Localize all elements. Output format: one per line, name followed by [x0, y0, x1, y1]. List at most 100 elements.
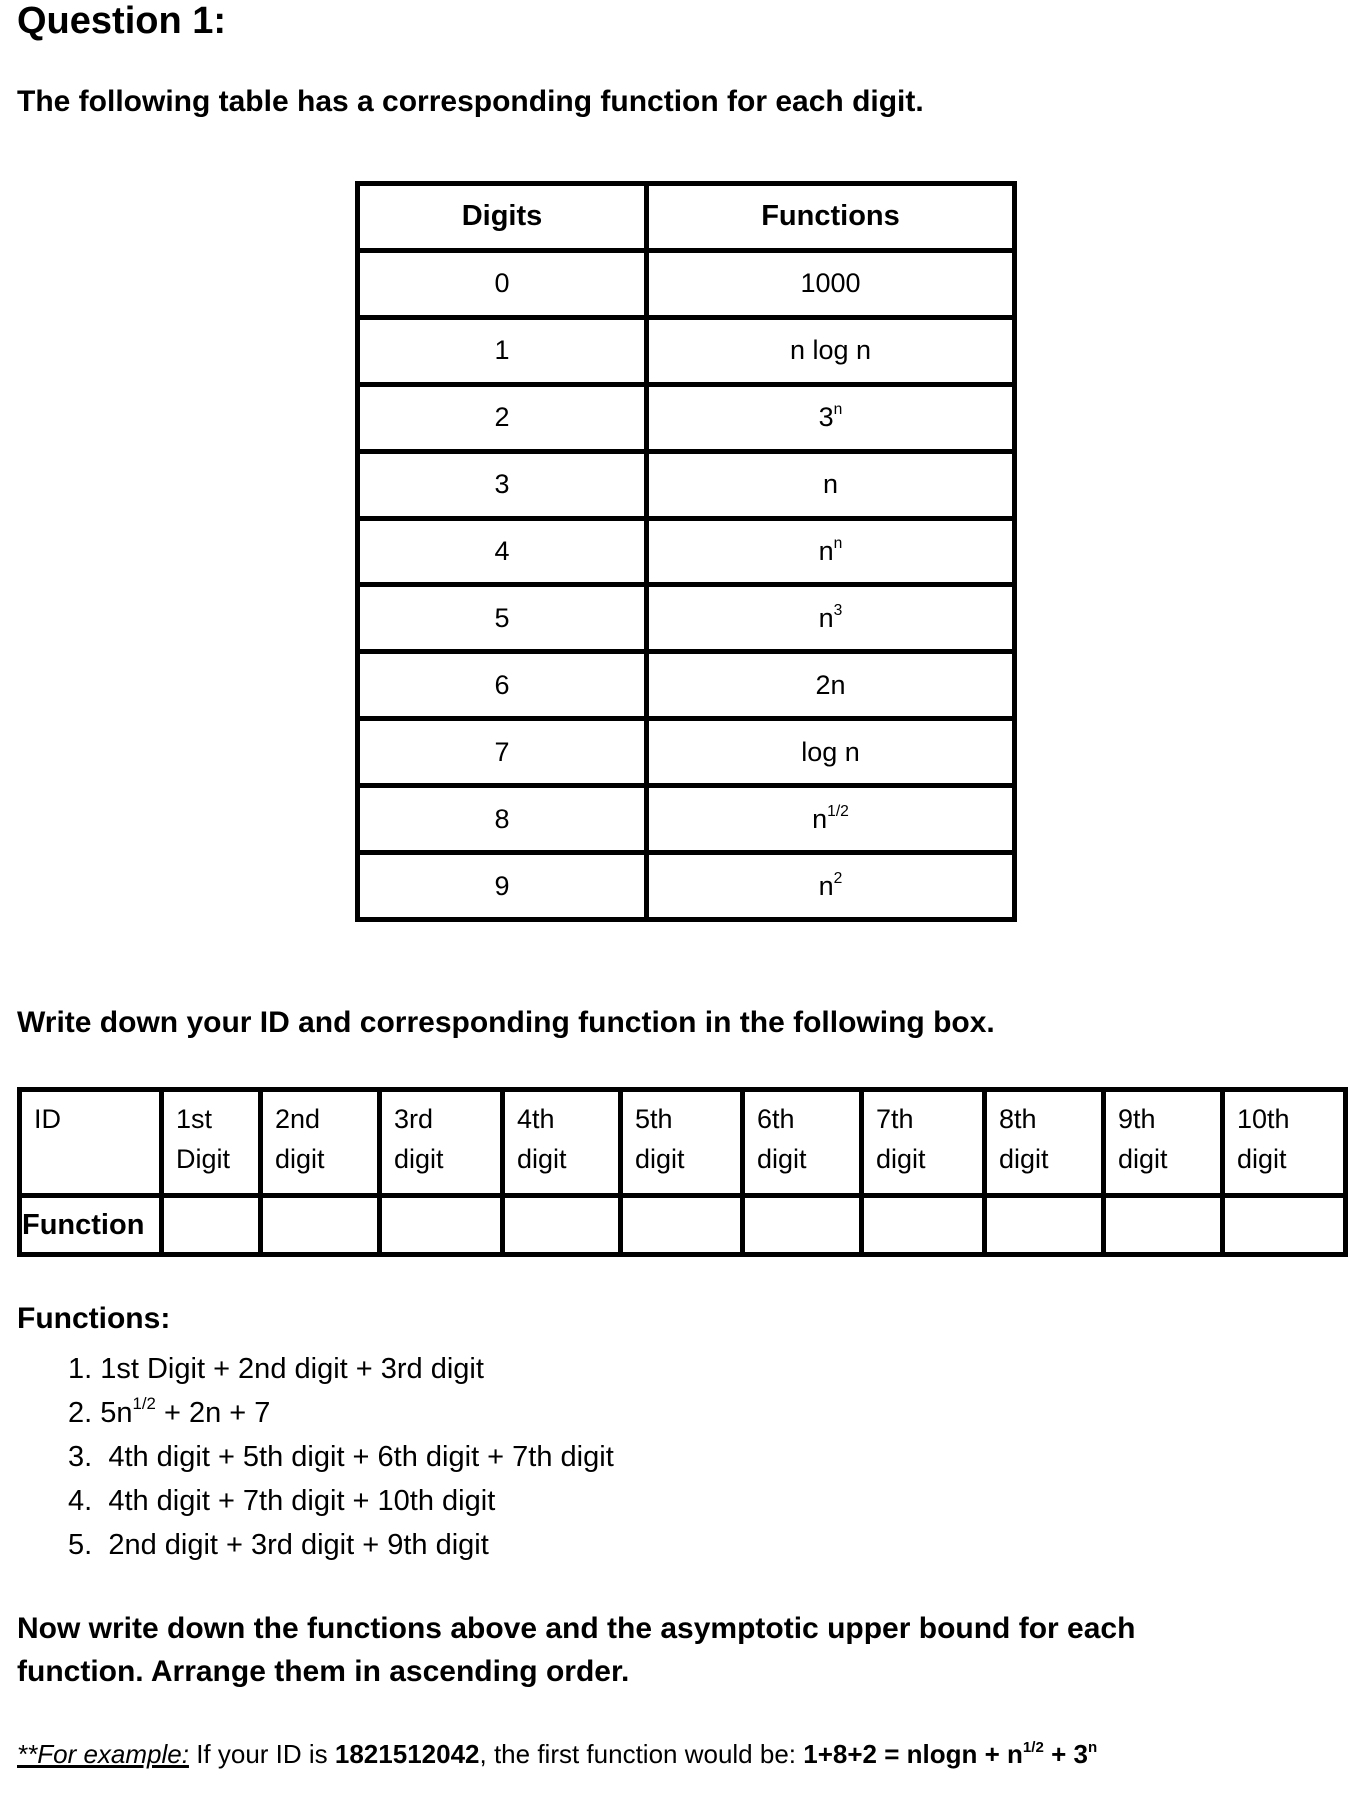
function-exponent: 1/2: [827, 802, 849, 820]
list-text: 2nd digit + 3rd digit + 9th digit: [108, 1529, 489, 1561]
expr-sup: 1/2: [1022, 1738, 1044, 1756]
function-input-cell[interactable]: [258, 1193, 382, 1257]
instruction-text: Write down your ID and corresponding fun…: [17, 1006, 995, 1039]
ordinal-label: 3rd: [394, 1104, 434, 1134]
function-exponent: 3: [833, 602, 843, 620]
list-number: 2.: [68, 1397, 101, 1429]
example-id: 1821512042: [334, 1739, 480, 1769]
digit-column-header: 10th digit: [1220, 1087, 1348, 1198]
digit-column-header: 5th digit: [618, 1087, 745, 1198]
list-number: 4.: [68, 1485, 109, 1517]
expr-part: + 3: [1043, 1739, 1088, 1769]
digit-column-header: 1st Digit: [159, 1087, 263, 1198]
table-row: 9 n2: [355, 850, 1017, 922]
digit-column-header: 3rd digit: [377, 1087, 505, 1198]
ordinal-label: 2nd: [275, 1104, 321, 1134]
ordinal-label: 9th: [1118, 1104, 1156, 1134]
function-cell: nn: [644, 515, 1017, 588]
list-text: 5n: [100, 1397, 133, 1429]
list-exponent: 1/2: [132, 1394, 156, 1414]
digit-cell: 9: [355, 850, 649, 922]
digit-column-header: 6th digit: [740, 1087, 864, 1198]
function-base: n: [818, 870, 834, 901]
header-digits: Digits: [355, 181, 649, 253]
digit-cell: 3: [355, 448, 649, 521]
task-line-1: Now write down the functions above and t…: [17, 1612, 1136, 1645]
function-input-cell[interactable]: [859, 1193, 987, 1257]
example-part: , the first function would be:: [479, 1739, 804, 1769]
digit-word: digit: [876, 1144, 926, 1174]
digit-cell: 8: [355, 783, 649, 856]
function-cell: n log n: [644, 314, 1017, 387]
function-exponent: n: [833, 401, 843, 419]
digit-word: digit: [1118, 1144, 1168, 1174]
function-input-cell[interactable]: [1220, 1193, 1348, 1257]
list-item: 3. 4th digit + 5th digit + 6th digit + 7…: [68, 1435, 614, 1479]
digit-word: digit: [1237, 1144, 1287, 1174]
ordinal-label: 6th: [757, 1104, 795, 1134]
table-row: 3n: [355, 448, 1017, 521]
function-exponent: 2: [833, 869, 843, 887]
table-row: 0 1000: [355, 247, 1017, 320]
table-row: 2 3n: [355, 381, 1017, 454]
list-number: 3.: [68, 1441, 109, 1473]
function-cell: n1/2: [644, 783, 1017, 856]
table-row: 4 nn: [355, 515, 1017, 588]
digit-column-header: 4th digit: [500, 1087, 623, 1198]
function-cell: log n: [644, 716, 1017, 789]
table-row: 7 log n: [355, 716, 1017, 789]
digit-cell: 7: [355, 716, 649, 789]
digit-cell: 6: [355, 649, 649, 722]
digit-word: digit: [517, 1144, 567, 1174]
list-item: 4. 4th digit + 7th digit + 10th digit: [68, 1479, 614, 1523]
intro-text: The following table has a corresponding …: [17, 85, 924, 118]
list-item: 1. 1st Digit + 2nd digit + 3rd digit: [68, 1347, 614, 1391]
table-row: 5 n3: [355, 582, 1017, 655]
ordinal-label: 10th: [1237, 1104, 1290, 1134]
header-functions: Functions: [644, 181, 1017, 253]
digit-word: digit: [394, 1144, 444, 1174]
example-expression: 1+8+2 = nlogn + n1/2 + 3n: [803, 1739, 1097, 1769]
function-base: n: [818, 602, 834, 633]
list-text: 4th digit + 7th digit + 10th digit: [108, 1485, 496, 1517]
question-heading: Question 1:: [17, 0, 227, 42]
ordinal-label: 7th: [876, 1104, 914, 1134]
digit-column-header: 8th digit: [982, 1087, 1106, 1198]
ordinal-label: 4th: [517, 1104, 555, 1134]
example-part: If your ID is: [188, 1739, 335, 1769]
expr-part: 1+8+2 = nlogn + n: [803, 1739, 1023, 1769]
ordinal-label: 5th: [635, 1104, 673, 1134]
list-item: 5. 2nd digit + 3rd digit + 9th digit: [68, 1523, 614, 1567]
id-header-row: ID 1st Digit 2nd digit 3rd digit 4th digit 5th di…: [17, 1087, 1348, 1198]
function-base: n: [818, 535, 834, 566]
function-cell: 3n: [644, 381, 1017, 454]
list-number: 5.: [68, 1529, 109, 1561]
table-row: 6 2n: [355, 649, 1017, 722]
function-cell: n2: [644, 850, 1017, 922]
digit-column-header: 2nd digit: [258, 1087, 382, 1198]
digit-function-table: Digits Functions 0 1000 1 n log n 2 3n 3 n 4 nn 5 n…: [355, 181, 1017, 922]
function-exponent: n: [833, 535, 843, 553]
expr-sup: n: [1087, 1738, 1098, 1756]
table-row: 8 n1/2: [355, 783, 1017, 856]
task-line-2: function. Arrange them in ascending orde…: [17, 1655, 630, 1688]
function-input-cell[interactable]: [618, 1193, 745, 1257]
function-base: 2n: [815, 669, 846, 700]
digit-word: digit: [999, 1144, 1049, 1174]
digit-word: digit: [635, 1144, 685, 1174]
digit-word: digit: [275, 1144, 325, 1174]
function-input-cell[interactable]: [1101, 1193, 1225, 1257]
function-input-cell[interactable]: [740, 1193, 864, 1257]
function-input-cell[interactable]: [500, 1193, 623, 1257]
function-input-cell[interactable]: [377, 1193, 505, 1257]
function-input-cell[interactable]: [159, 1193, 263, 1257]
ordinal-label: 8th: [999, 1104, 1037, 1134]
list-text: + 2n + 7: [155, 1397, 271, 1429]
digit-cell: 2: [355, 381, 649, 454]
digit-column-header: 7th digit: [859, 1087, 987, 1198]
function-base: n log n: [789, 335, 872, 366]
function-input-cell[interactable]: [982, 1193, 1106, 1257]
example-text: **For example: If your ID is 1821512042,…: [17, 1738, 1097, 1770]
list-text: 4th digit + 5th digit + 6th digit + 7th …: [108, 1441, 614, 1473]
list-text: 1st Digit + 2nd digit + 3rd digit: [100, 1353, 484, 1385]
